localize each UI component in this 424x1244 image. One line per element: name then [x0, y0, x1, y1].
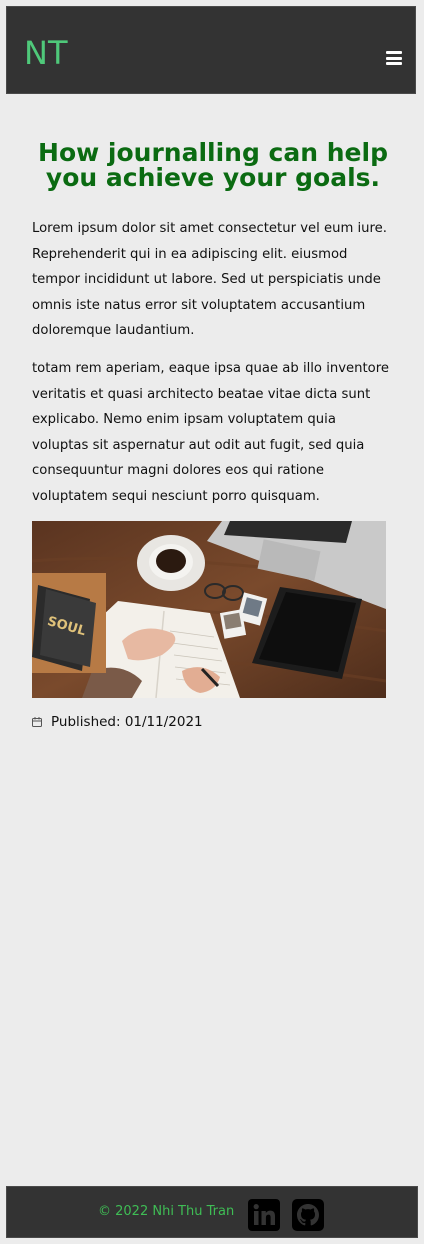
article: How journalling can help you achieve you… — [32, 138, 394, 730]
hamburger-menu-icon[interactable] — [386, 51, 402, 65]
article-paragraph: Lorem ipsum dolor sit amet consectetur v… — [32, 221, 387, 338]
copyright-text: © 2022 Nhi Thu Tran — [98, 1204, 235, 1219]
site-header: NT — [6, 6, 416, 94]
linkedin-icon[interactable] — [248, 1199, 280, 1231]
published-text: Published: 01/11/2021 — [51, 714, 203, 730]
site-footer: © 2022 Nhi Thu Tran — [6, 1186, 418, 1238]
article-title: How journalling can help you achieve you… — [38, 138, 388, 192]
github-icon[interactable] — [292, 1199, 324, 1231]
site-logo[interactable]: NT — [24, 33, 67, 73]
article-image: SOUL — [32, 521, 386, 698]
published-date: Published: 01/11/2021 — [32, 714, 203, 730]
calendar-icon — [32, 717, 42, 727]
article-paragraph: totam rem aperiam, eaque ipsa quae ab il… — [32, 361, 389, 504]
